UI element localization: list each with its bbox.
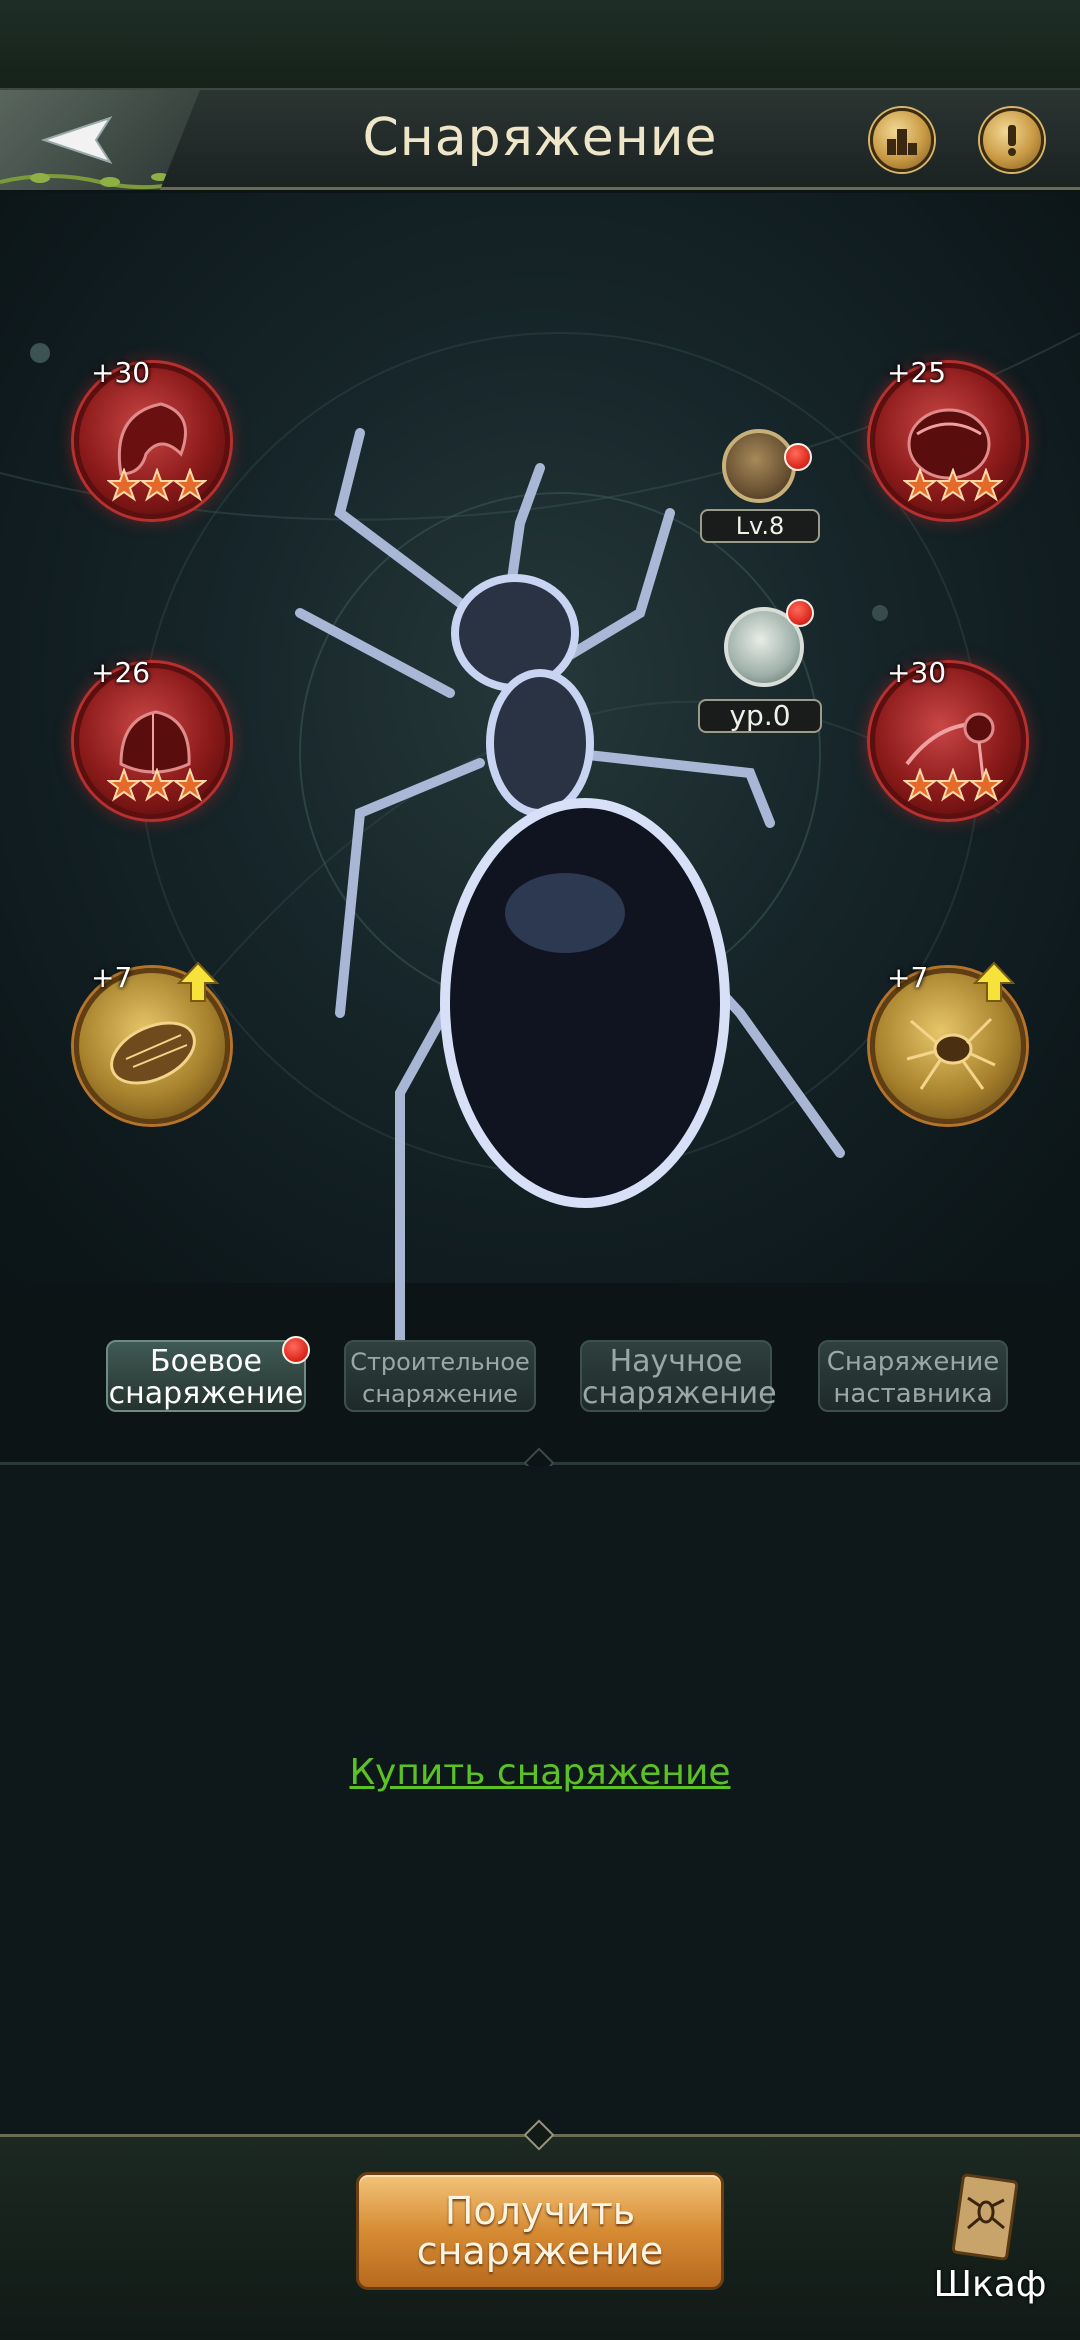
upgrade-arrow-icon [973,961,1015,1002]
spider-icon [906,1017,996,1090]
tab-construction-equipment[interactable]: Строительное снаряжение [344,1340,536,1412]
equipment-stage: Lv.8 ур.0 +30 +25 +26 +30 +7 +7 [0,193,1080,1348]
scroll-icon [951,2173,1019,2261]
info-button[interactable] [980,108,1044,172]
equipment-slot-4[interactable]: +30 [870,656,1026,819]
bonus-label: +7 [91,961,133,994]
equipment-slot-5[interactable]: +7 [74,961,230,1124]
bonus-label: +26 [91,656,151,689]
bonus-label: +7 [887,961,929,994]
equipment-slot-3[interactable]: +26 [74,656,230,819]
tab-label-line1: Научное [609,1344,743,1379]
stars-rating [107,768,207,802]
larva-icon [110,1021,196,1085]
tab-mentor-equipment[interactable]: Снаряжение наставника [818,1340,1008,1412]
bonus-label: +30 [887,656,947,689]
tab-combat-equipment[interactable]: Боевое снаряжение [106,1336,310,1412]
top-level-badge[interactable]: Lv.8 [700,421,820,551]
tab-label-line2: наставника [833,1379,993,1409]
bonus-label: +25 [887,356,947,389]
notification-dot [786,599,814,627]
notification-dot [784,443,812,471]
mentor-level-badge[interactable]: ур.0 [686,599,836,739]
equipment-slot-2[interactable]: +25 [870,356,1026,519]
equipment-list-area [0,1466,1080,2134]
tab-label-line2: снаряжение [108,1376,304,1411]
top-strip [0,0,1080,90]
upgrade-arrow-icon [177,961,219,1002]
get-button-line1: Получить [444,2189,636,2233]
tab-label-line1: Снаряжение [826,1347,1000,1377]
level-tag: ур.0 [698,699,822,733]
tab-label-line2: снаряжение [582,1376,777,1411]
get-equipment-button[interactable]: Получить снаряжение [356,2172,724,2290]
buy-equipment-link[interactable]: Купить снаряжение [0,1752,1080,1793]
podium-icon [887,129,917,155]
wardrobe-label: Шкаф [933,2264,1047,2305]
equipment-slot-6[interactable]: +7 [870,961,1026,1124]
bonus-label: +30 [91,356,151,389]
tab-label-line1: Строительное [350,1348,530,1376]
tab-science-equipment[interactable]: Научное снаряжение [580,1340,777,1412]
stars-rating [903,768,1003,802]
vine-decoration [0,173,200,190]
wardrobe-button[interactable]: Шкаф [920,2172,1060,2312]
ant-medal-icon [722,429,796,503]
level-tag: Lv.8 [700,509,820,543]
header-bar: Снаряжение [0,90,1080,190]
tab-label-line1: Боевое [150,1344,262,1379]
ranking-button[interactable] [870,108,934,172]
exclamation-icon [1008,125,1016,156]
stars-rating [107,468,207,502]
get-button-line2: снаряжение [416,2229,664,2273]
equipment-slot-1[interactable]: +30 [74,356,230,519]
stars-rating [903,468,1003,502]
tab-label-line2: снаряжение [362,1380,518,1408]
equipment-tabs: Боевое снаряжение Строительное снаряжени… [0,1330,1080,1420]
notification-dot [282,1336,310,1364]
